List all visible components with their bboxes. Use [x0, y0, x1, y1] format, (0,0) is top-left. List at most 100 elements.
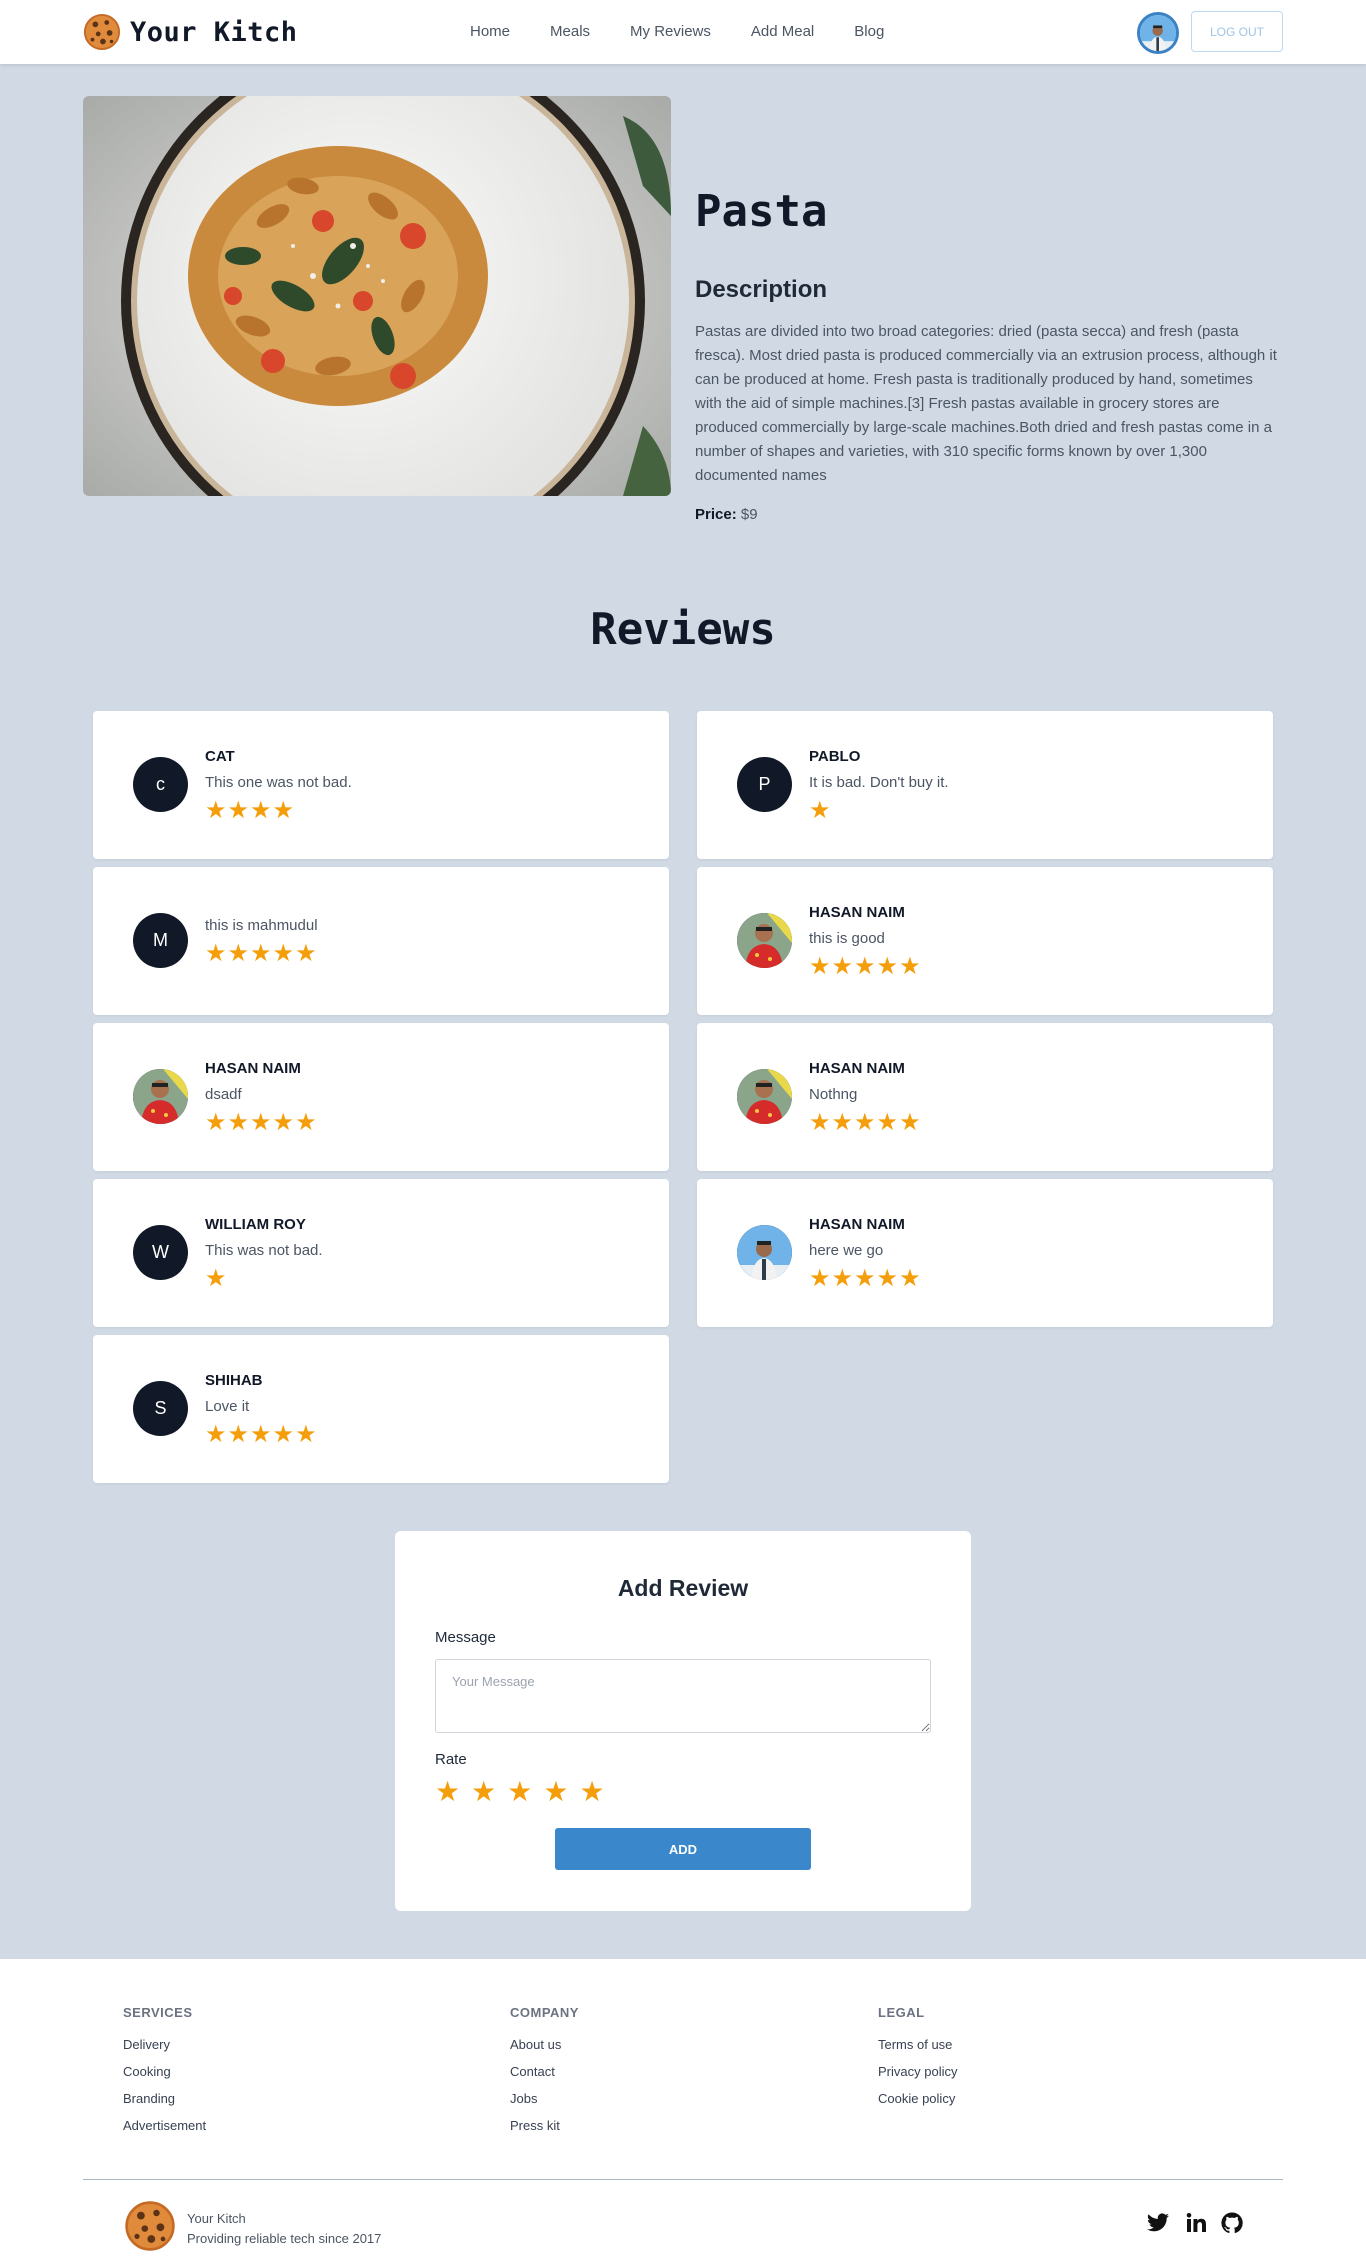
github-icon[interactable] — [1220, 2211, 1244, 2235]
price-value: $9 — [740, 506, 758, 523]
star-icon: ★ — [295, 1420, 318, 1448]
nav-link-blog[interactable]: Blog — [854, 23, 884, 40]
rate-star-icon[interactable]: ★ — [471, 1778, 496, 1806]
logout-button[interactable]: LOG OUT — [1191, 11, 1283, 52]
star-icon: ★ — [899, 1264, 922, 1292]
avatar-initial: P — [758, 774, 771, 794]
reviewer-avatar: c — [133, 757, 188, 812]
footer: SERVICES Delivery Cooking Branding Adver… — [0, 1959, 1366, 2260]
footer-link-advertisement[interactable]: Advertisement — [123, 2118, 206, 2133]
rate-star-icon[interactable]: ★ — [507, 1778, 532, 1806]
review-body: HASAN NAIM dsadf ★★★★★ — [205, 1023, 318, 1171]
footer-link-about[interactable]: About us — [510, 2037, 579, 2052]
avatar-initial: W — [152, 1242, 169, 1262]
nav-link-my-reviews[interactable]: My Reviews — [630, 23, 711, 40]
reviews-title: Reviews — [590, 604, 776, 655]
star-icon: ★ — [809, 796, 832, 824]
star-icon: ★ — [272, 796, 296, 824]
footer-link-branding[interactable]: Branding — [123, 2091, 206, 2106]
review-text: this is mahmudul — [205, 916, 318, 934]
reviewer-avatar — [737, 1225, 792, 1280]
review-body: WILLIAM ROY This was not bad. ★ — [205, 1179, 323, 1327]
star-icon: ★ — [272, 1420, 296, 1448]
price-label: Price: — [695, 506, 737, 523]
review-card: HASAN NAIM here we go ★★★★★ — [697, 1179, 1273, 1327]
nav-link-home[interactable]: Home — [470, 23, 510, 40]
reviewer-name: HASAN NAIM — [809, 1059, 905, 1077]
rating-stars: ★★★★★ — [809, 952, 922, 980]
rating-stars: ★★★★★ — [809, 1264, 922, 1292]
description-heading: Description — [695, 276, 828, 303]
footer-brand-name: Your Kitch — [187, 2211, 246, 2226]
star-icon: ★ — [295, 939, 318, 967]
reviewer-photo — [737, 1069, 792, 1124]
review-card: c CAT This one was not bad. ★★★★ — [93, 711, 669, 859]
star-icon: ★ — [876, 1264, 900, 1292]
reviewer-name: SHIHAB — [205, 1371, 263, 1389]
reviewer-name: WILLIAM ROY — [205, 1215, 306, 1233]
star-icon: ★ — [250, 1420, 273, 1448]
footer-link-cookie[interactable]: Cookie policy — [878, 2091, 957, 2106]
star-icon: ★ — [205, 939, 228, 967]
footer-link-contact[interactable]: Contact — [510, 2064, 579, 2079]
star-icon: ★ — [809, 1264, 832, 1292]
footer-company: COMPANY About us Contact Jobs Press kit — [510, 2005, 579, 2145]
rating-stars: ★★★★★ — [205, 939, 318, 967]
rate-star-icon[interactable]: ★ — [435, 1778, 460, 1806]
star-icon: ★ — [250, 796, 273, 824]
pasta-plate-image — [83, 96, 671, 496]
linkedin-icon[interactable] — [1184, 2211, 1208, 2235]
reviewer-avatar — [133, 1069, 188, 1124]
avatar-initial: M — [153, 930, 168, 950]
footer-brand: Your Kitch Providing reliable tech since… — [187, 2209, 381, 2249]
review-body: this is mahmudul ★★★★★ — [205, 867, 318, 1015]
nav-links: Home Meals My Reviews Add Meal Blog — [470, 23, 884, 40]
reviewer-avatar: S — [133, 1381, 188, 1436]
user-avatar-icon[interactable] — [1137, 12, 1179, 54]
reviewer-name: PABLO — [809, 747, 861, 765]
star-icon: ★ — [899, 952, 922, 980]
meal-photo — [83, 96, 671, 496]
reviewer-name: HASAN NAIM — [809, 1215, 905, 1233]
nav-link-meals[interactable]: Meals — [550, 23, 590, 40]
star-icon: ★ — [227, 1420, 251, 1448]
twitter-icon[interactable] — [1146, 2211, 1170, 2235]
star-icon: ★ — [205, 1420, 228, 1448]
footer-link-jobs[interactable]: Jobs — [510, 2091, 579, 2106]
star-icon: ★ — [809, 952, 832, 980]
avatar-initial: S — [154, 1398, 167, 1418]
footer-link-press-kit[interactable]: Press kit — [510, 2118, 579, 2133]
star-icon: ★ — [899, 1108, 922, 1136]
review-card: W WILLIAM ROY This was not bad. ★ — [93, 1179, 669, 1327]
brand[interactable]: Your Kitch — [83, 13, 298, 51]
rate-star-icon[interactable]: ★ — [579, 1778, 604, 1806]
review-text: dsadf — [205, 1085, 242, 1103]
footer-link-privacy[interactable]: Privacy policy — [878, 2064, 957, 2079]
review-body: PABLO It is bad. Don't buy it. ★ — [809, 711, 949, 859]
reviewer-avatar: M — [133, 913, 188, 968]
star-icon: ★ — [272, 1108, 296, 1136]
nav-link-add-meal[interactable]: Add Meal — [751, 23, 814, 40]
review-text: Love it — [205, 1397, 250, 1415]
star-icon: ★ — [227, 1108, 251, 1136]
description-text: Pastas are divided into two broad catego… — [695, 323, 1277, 484]
rating-stars: ★★★★ — [205, 796, 352, 824]
add-review-form: Add Review Message Rate ★ ★ ★ ★ ★ ADD — [395, 1531, 971, 1911]
reviewer-avatar: P — [737, 757, 792, 812]
footer-link-cooking[interactable]: Cooking — [123, 2064, 206, 2079]
footer-link-delivery[interactable]: Delivery — [123, 2037, 206, 2052]
add-review-title: Add Review — [617, 1575, 749, 1601]
message-input[interactable] — [435, 1659, 931, 1733]
star-icon: ★ — [854, 1108, 877, 1136]
star-icon: ★ — [227, 939, 251, 967]
review-card: HASAN NAIM Nothng ★★★★★ — [697, 1023, 1273, 1171]
star-icon: ★ — [250, 939, 273, 967]
rate-label: Rate — [435, 1751, 467, 1768]
review-text: This was not bad. — [205, 1241, 323, 1259]
review-card: HASAN NAIM this is good ★★★★★ — [697, 867, 1273, 1015]
footer-link-terms[interactable]: Terms of use — [878, 2037, 957, 2052]
rate-star-icon[interactable]: ★ — [543, 1778, 568, 1806]
add-review-button[interactable]: ADD — [555, 1828, 811, 1870]
footer-heading-legal: LEGAL — [878, 2005, 925, 2020]
footer-tagline: Providing reliable tech since 2017 — [187, 2231, 382, 2246]
